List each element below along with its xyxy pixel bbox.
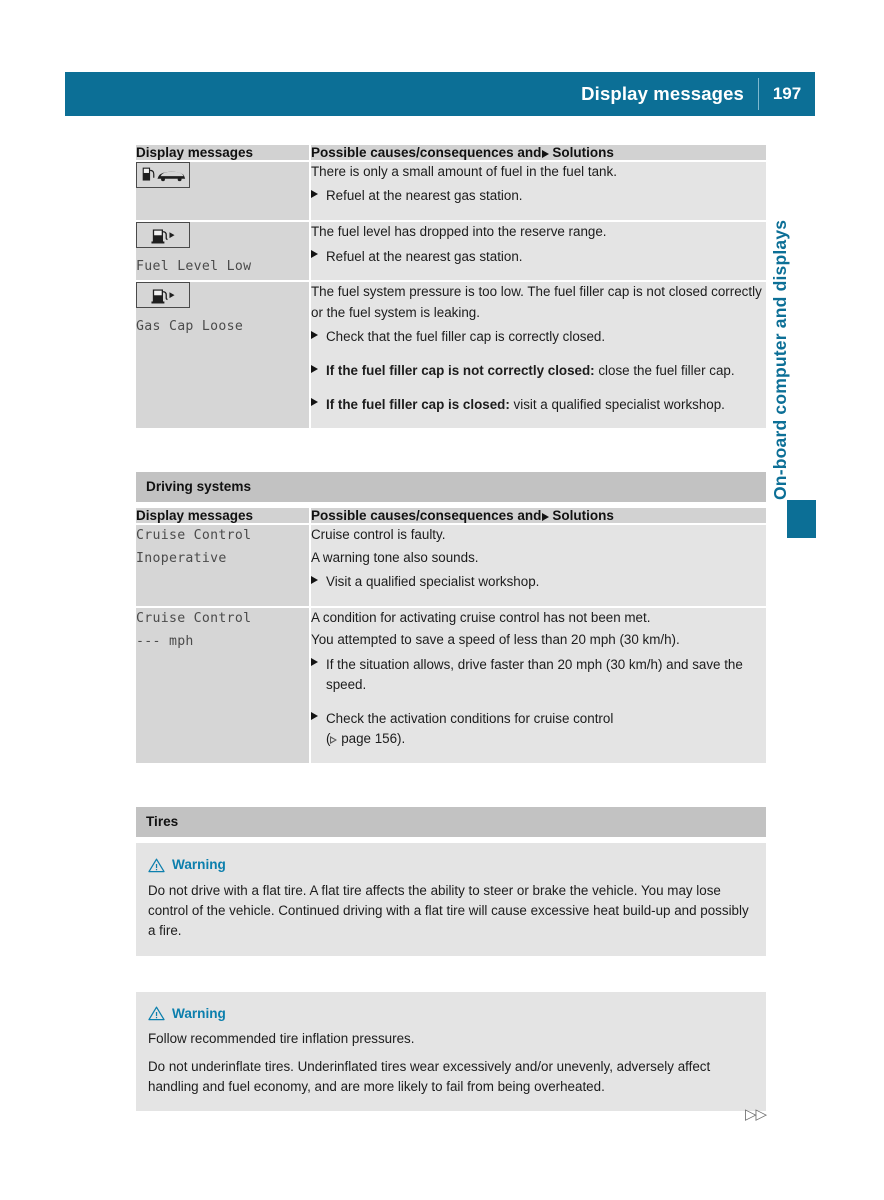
message-cell [136,161,311,223]
causes-cell: Cruise control is faulty. A warning tone… [310,524,766,608]
causes-cell: The fuel system pressure is too low. The… [310,281,766,429]
warning-triangle-icon [148,858,165,872]
solid-triangle-icon [311,250,318,259]
solution-bullet: Refuel at the nearest gas station. [311,247,766,267]
chapter-tab-marker [787,500,816,538]
cause-text: A condition for activating cruise contro… [311,609,651,625]
page-number: 197 [772,84,802,103]
solution-text: visit a qualified specialist workshop. [509,396,725,412]
fuel-pump-arrow-icon [136,282,190,309]
solution-text: Refuel at the nearest gas station. [326,248,523,264]
header-text-before: Possible causes/consequences and [311,145,542,160]
page-reference[interactable]: ( page 156). [326,731,405,746]
causes-cell: There is only a small amount of fuel in … [310,161,766,223]
cause-text: The fuel level has dropped into the rese… [311,224,607,240]
page-reference-triangle-icon [330,736,338,745]
continuation-arrows: ▷▷ [745,1106,767,1123]
page-reference-text: page 156). [341,731,406,747]
cause-text: The fuel system pressure is too low. The… [311,284,762,320]
warning-header: Warning [148,855,752,876]
column-header-causes-solutions: Possible causes/consequences and Solution… [310,508,766,526]
cause-text: You attempted to save a speed of less th… [311,632,680,648]
solid-triangle-icon [311,398,318,407]
page-content: Display messages Possible causes/consequ… [136,145,766,1112]
solution-bullet: If the fuel filler cap is not correctly … [311,361,766,381]
solution-bullet: If the situation allows, drive faster th… [311,655,766,696]
solid-triangle-icon [311,364,318,373]
warning-text: Do not underinflate tires. Underinflated… [148,1058,711,1095]
solid-triangle-icon [311,190,318,199]
solution-condition: If the fuel filler cap is closed: [326,396,510,412]
header-text-before: Possible causes/consequences and [311,508,542,524]
message-cell: Fuel Level Low [136,221,311,283]
table-row: Cruise Control Inoperative Cruise contro… [136,524,766,608]
display-message-text: Cruise Control Inoperative [136,528,252,567]
solid-triangle-icon [542,513,550,522]
causes-cell: The fuel level has dropped into the rese… [310,221,766,283]
solution-text: Check that the fuel filler cap is correc… [326,329,606,345]
cause-text: A warning tone also sounds. [311,549,479,565]
warning-title: Warning [172,856,226,872]
display-message-text: Gas Cap Loose [136,319,244,335]
display-message-text: Cruise Control --- mph [136,610,252,649]
table-header-row: Display messages Possible causes/consequ… [136,145,766,162]
page-title: Display messages [581,83,744,104]
solid-triangle-icon [311,658,318,667]
chapter-side-label: On-board computer and displays [770,219,790,500]
page-header-bar: Display messages 197 [65,72,815,116]
solution-text: Refuel at the nearest gas station. [326,188,523,204]
warning-header: Warning [148,1004,752,1025]
solution-text: close the fuel filler cap. [594,362,735,378]
fuel-messages-table: Display messages Possible causes/consequ… [136,145,766,429]
solution-text: If the situation allows, drive faster th… [326,656,743,692]
solid-triangle-icon [311,712,318,721]
cause-text: Cruise control is faulty. [311,527,446,543]
solution-bullet: Visit a qualified specialist workshop. [311,572,766,592]
warning-block: Warning Follow recommended tire inflatio… [136,991,766,1112]
warning-text: Do not drive with a flat tire. A flat ti… [148,882,749,939]
cause-text: There is only a small amount of fuel in … [311,164,617,179]
table-row: Fuel Level Low The fuel level has droppe… [136,221,766,283]
fuel-pump-car-icon [136,162,190,188]
message-cell: Gas Cap Loose [136,281,311,429]
header-text-after: Solutions [552,145,614,160]
solution-bullet-with-reference: Check the activation conditions for crui… [311,709,766,750]
warning-text: Follow recommended tire inflation pressu… [148,1031,415,1047]
table-row: Cruise Control --- mph A condition for a… [136,606,766,763]
section-heading-driving-systems: Driving systems [136,472,766,503]
table-row: There is only a small amount of fuel in … [136,161,766,223]
solution-text: Check the activation conditions for crui… [326,710,614,726]
column-header-causes-solutions: Possible causes/consequences and Solution… [310,145,766,162]
column-header-display-messages: Display messages [136,145,311,162]
solution-bullet: Refuel at the nearest gas station. [311,186,766,206]
solution-bullet: If the fuel filler cap is closed: visit … [311,395,766,415]
header-text-after: Solutions [552,508,614,524]
message-cell: Cruise Control Inoperative [136,524,311,608]
fuel-pump-arrow-icon [136,222,190,249]
solid-triangle-icon [311,575,318,584]
solution-bullet: Check that the fuel filler cap is correc… [311,327,766,347]
solution-text: Visit a qualified specialist workshop. [326,574,540,590]
warning-title: Warning [172,1005,226,1021]
table-header-row: Display messages Possible causes/consequ… [136,508,766,526]
section-heading-tires: Tires [136,806,766,837]
display-message-text: Fuel Level Low [136,259,252,275]
warning-triangle-icon [148,1007,165,1021]
causes-cell: A condition for activating cruise contro… [310,606,766,763]
driving-systems-table: Display messages Possible causes/consequ… [136,508,766,763]
solid-triangle-icon [542,150,550,158]
solid-triangle-icon [311,330,318,339]
solution-condition: If the fuel filler cap is not correctly … [326,362,595,378]
column-header-display-messages: Display messages [136,508,311,526]
message-cell: Cruise Control --- mph [136,606,311,763]
table-row: Gas Cap Loose The fuel system pressure i… [136,281,766,429]
warning-block: Warning Do not drive with a flat tire. A… [136,842,766,956]
